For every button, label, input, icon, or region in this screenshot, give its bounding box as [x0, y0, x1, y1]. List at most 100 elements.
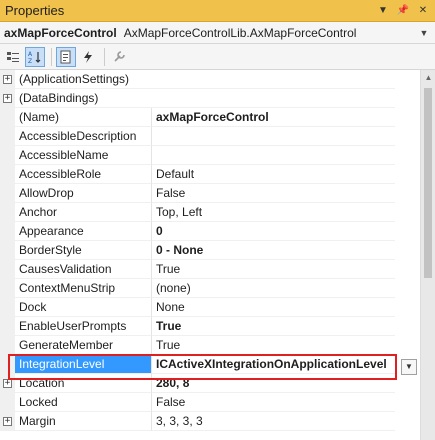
- property-name[interactable]: EnableUserPrompts: [15, 317, 152, 336]
- property-row[interactable]: AccessibleDescription: [0, 127, 435, 146]
- property-name[interactable]: BorderStyle: [15, 241, 152, 260]
- properties-toolbar: AZ: [0, 44, 435, 70]
- object-selector[interactable]: axMapForceControl AxMapForceControlLib.A…: [0, 22, 435, 44]
- property-row[interactable]: (Name) axMapForceControl: [0, 108, 435, 127]
- property-grid: + (ApplicationSettings) + (DataBindings) (Na…: [0, 70, 435, 440]
- row-gutter: [0, 260, 15, 279]
- row-gutter: [0, 203, 15, 222]
- row-gutter: +: [0, 89, 15, 108]
- scroll-thumb[interactable]: [424, 88, 432, 278]
- dropdown-arrow-icon[interactable]: ▼: [375, 3, 391, 19]
- window-title: Properties: [5, 3, 65, 18]
- property-value[interactable]: False: [152, 184, 395, 203]
- row-gutter: [0, 317, 15, 336]
- property-value[interactable]: Default: [152, 165, 395, 184]
- property-row[interactable]: + (DataBindings): [0, 89, 435, 108]
- property-row[interactable]: BorderStyle 0 - None: [0, 241, 435, 260]
- row-gutter: [0, 146, 15, 165]
- row-gutter: [0, 241, 15, 260]
- property-value[interactable]: ICActiveXIntegrationOnApplicationLevel: [152, 355, 395, 374]
- property-row[interactable]: AccessibleName: [0, 146, 435, 165]
- property-value[interactable]: [152, 146, 395, 165]
- property-row[interactable]: Appearance 0: [0, 222, 435, 241]
- row-gutter: [0, 393, 15, 412]
- property-value[interactable]: 0 - None: [152, 241, 395, 260]
- categorized-icon[interactable]: [3, 47, 23, 67]
- row-gutter: +: [0, 412, 15, 431]
- property-row[interactable]: + Location 280, 8: [0, 374, 435, 393]
- svg-text:A: A: [28, 51, 33, 58]
- property-name[interactable]: AccessibleRole: [15, 165, 152, 184]
- property-value[interactable]: 3, 3, 3, 3: [152, 412, 395, 431]
- property-row[interactable]: AllowDrop False: [0, 184, 435, 203]
- property-name[interactable]: GenerateMember: [15, 336, 152, 355]
- property-value[interactable]: True: [152, 260, 395, 279]
- property-row[interactable]: + Margin 3, 3, 3, 3: [0, 412, 435, 431]
- row-gutter: [0, 127, 15, 146]
- property-name[interactable]: Margin: [15, 412, 152, 431]
- property-name[interactable]: AccessibleDescription: [15, 127, 152, 146]
- properties-title-bar: Properties ▼ 📌 ✕: [0, 0, 435, 22]
- object-type: AxMapForceControlLib.AxMapForceControl: [123, 25, 357, 40]
- expand-icon[interactable]: +: [3, 94, 12, 103]
- row-gutter: [0, 336, 15, 355]
- property-value[interactable]: [152, 127, 395, 146]
- row-gutter: [0, 279, 15, 298]
- property-name[interactable]: Appearance: [15, 222, 152, 241]
- property-value[interactable]: False: [152, 393, 395, 412]
- vertical-scrollbar[interactable]: ▲: [420, 70, 435, 440]
- property-pages-icon[interactable]: [109, 47, 129, 67]
- property-value[interactable]: True: [152, 317, 395, 336]
- expand-icon[interactable]: +: [3, 417, 12, 426]
- property-name[interactable]: Anchor: [15, 203, 152, 222]
- pin-icon[interactable]: 📌: [395, 3, 411, 19]
- property-name[interactable]: ContextMenuStrip: [15, 279, 152, 298]
- toolbar-separator: [104, 47, 105, 66]
- property-name[interactable]: (DataBindings): [15, 89, 395, 108]
- row-gutter: [0, 108, 15, 127]
- property-row[interactable]: IntegrationLevel ICActiveXIntegrationOnAp…: [0, 355, 435, 374]
- object-name: axMapForceControl: [4, 25, 117, 40]
- property-name[interactable]: (Name): [15, 108, 152, 127]
- property-row[interactable]: AccessibleRole Default: [0, 165, 435, 184]
- property-value[interactable]: (none): [152, 279, 395, 298]
- property-row[interactable]: + (ApplicationSettings): [0, 70, 435, 89]
- property-name[interactable]: Locked: [15, 393, 152, 412]
- property-value[interactable]: 280, 8: [152, 374, 395, 393]
- property-row[interactable]: Locked False: [0, 393, 435, 412]
- chevron-down-icon[interactable]: ▼: [417, 28, 431, 38]
- property-value[interactable]: axMapForceControl: [152, 108, 395, 127]
- property-value[interactable]: True: [152, 336, 395, 355]
- row-gutter: [0, 165, 15, 184]
- property-row[interactable]: EnableUserPrompts True: [0, 317, 435, 336]
- property-row[interactable]: Anchor Top, Left: [0, 203, 435, 222]
- property-value[interactable]: None: [152, 298, 395, 317]
- property-name[interactable]: Location: [15, 374, 152, 393]
- property-name[interactable]: Dock: [15, 298, 152, 317]
- toolbar-separator: [51, 47, 52, 66]
- value-dropdown-button[interactable]: ▼: [401, 359, 417, 375]
- property-row[interactable]: GenerateMember True: [0, 336, 435, 355]
- expand-icon[interactable]: +: [3, 75, 12, 84]
- row-gutter: [0, 222, 15, 241]
- events-icon[interactable]: [78, 47, 98, 67]
- property-name[interactable]: (ApplicationSettings): [15, 70, 395, 89]
- row-gutter: [0, 355, 15, 374]
- close-icon[interactable]: ✕: [415, 3, 431, 19]
- row-gutter: +: [0, 374, 15, 393]
- scroll-up-icon[interactable]: ▲: [421, 70, 435, 85]
- row-gutter: [0, 298, 15, 317]
- alphabetical-icon[interactable]: AZ: [25, 46, 45, 67]
- row-gutter: +: [0, 70, 15, 89]
- property-name[interactable]: IntegrationLevel: [15, 355, 152, 374]
- expand-icon[interactable]: +: [3, 379, 12, 388]
- properties-icon[interactable]: [56, 46, 76, 67]
- property-value[interactable]: Top, Left: [152, 203, 395, 222]
- property-name[interactable]: AllowDrop: [15, 184, 152, 203]
- property-row[interactable]: ContextMenuStrip (none): [0, 279, 435, 298]
- property-row[interactable]: Dock None: [0, 298, 435, 317]
- property-name[interactable]: CausesValidation: [15, 260, 152, 279]
- property-name[interactable]: AccessibleName: [15, 146, 152, 165]
- property-value[interactable]: 0: [152, 222, 395, 241]
- property-row[interactable]: CausesValidation True: [0, 260, 435, 279]
